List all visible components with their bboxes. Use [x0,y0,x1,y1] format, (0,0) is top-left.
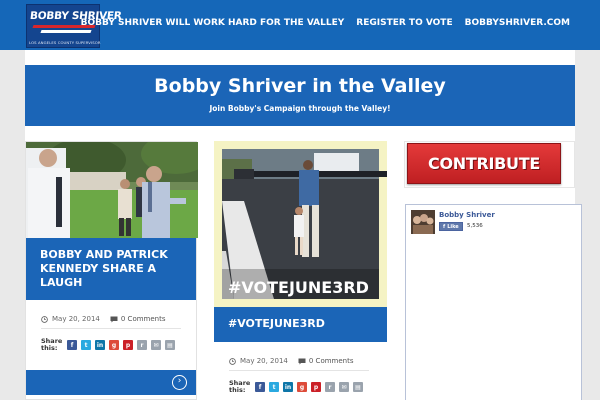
nav-link-bobbyshriver-com[interactable]: BOBBYSHRIVER.COM [465,18,570,28]
divider [229,370,369,371]
like-label: Like [447,223,459,230]
share-icons: f t in g p r ✉ ▤ [255,382,363,392]
page-content: Bobby Shriver in the Valley Join Bobby's… [25,50,582,400]
facebook-like-box: Bobby Shriver f Like 5,536 [405,204,582,400]
post-title-box: BOBBY AND PATRICK KENNEDY SHARE A LAUGH [26,238,196,300]
email-icon[interactable]: ✉ [339,382,349,392]
email-icon[interactable]: ✉ [151,340,161,350]
contribute-button[interactable]: CONTRIBUTE [407,143,561,184]
nav-link-work-hard[interactable]: BOBBY SHRIVER WILL WORK HARD FOR THE VAL… [81,18,345,28]
post-date: May 20, 2014 [52,315,100,323]
like-count: 5,536 [467,223,483,229]
post-title-link[interactable]: #VOTEJUNE3RD [228,317,375,331]
facebook-like-button[interactable]: f Like [439,222,463,231]
logo-stripe-white [40,30,92,33]
share-label: Share this: [41,337,63,352]
share-icons: f t in g p r ✉ ▤ [67,340,175,350]
site-header: BOBBY SHRIVER LOS ANGELES COUNTY SUPERVI… [0,0,600,50]
hero-banner: Bobby Shriver in the Valley Join Bobby's… [25,65,575,126]
post-footer-bar: › [26,370,196,395]
print-icon[interactable]: ▤ [353,382,363,392]
print-icon[interactable]: ▤ [165,340,175,350]
google-plus-icon[interactable]: g [297,382,307,392]
share-bar: Share this: f t in g p r ✉ ▤ [41,338,175,352]
pinterest-icon[interactable]: p [311,382,321,392]
nav-link-register-to-vote[interactable]: REGISTER TO VOTE [356,18,452,28]
post-meta: May 20, 2014 0 Comments [41,315,166,323]
comment-icon [298,358,306,365]
post-date: May 20, 2014 [240,357,288,365]
post-title-link[interactable]: BOBBY AND PATRICK KENNEDY SHARE A LAUGH [40,248,186,290]
post-card-kennedy: BOBBY AND PATRICK KENNEDY SHARE A LAUGH … [25,141,198,400]
linkedin-icon[interactable]: in [283,382,293,392]
facebook-icon[interactable]: f [67,340,77,350]
share-bar: Share this: f t in g p r ✉ ▤ [229,380,363,394]
reddit-icon[interactable]: r [325,382,335,392]
twitter-icon[interactable]: t [269,382,279,392]
comments-link[interactable]: 0 Comments [121,315,166,323]
post-image-crosswalk[interactable]: #VOTEJUNE3RD [214,141,404,312]
post-meta: May 20, 2014 0 Comments [229,357,354,365]
facebook-page-name[interactable]: Bobby Shriver [439,211,495,219]
post-title-box: #VOTEJUNE3RD [214,307,387,342]
contribute-widget: CONTRIBUTE [404,141,575,188]
google-plus-icon[interactable]: g [109,340,119,350]
read-more-arrow-icon[interactable]: › [172,375,187,390]
divider [41,328,181,329]
comments-link[interactable]: 0 Comments [309,357,354,365]
pinterest-icon[interactable]: p [123,340,133,350]
linkedin-icon[interactable]: in [95,340,105,350]
facebook-icon[interactable]: f [255,382,265,392]
post-image-outdoor-group[interactable] [26,142,198,238]
share-label: Share this: [229,379,251,394]
hero-title: Bobby Shriver in the Valley [154,75,446,97]
comment-icon [110,316,118,323]
facebook-page-avatar[interactable] [411,210,435,234]
hero-subtitle: Join Bobby's Campaign through the Valley… [209,104,391,113]
clock-icon [229,357,236,365]
clock-icon [41,315,48,323]
post-card-votejune3rd: #VOTEJUNE3RD #VOTEJUNE3RD May 20, 2014 0… [214,141,404,400]
logo-subtitle: LOS ANGELES COUNTY SUPERVISOR [29,40,101,45]
twitter-icon[interactable]: t [81,340,91,350]
reddit-icon[interactable]: r [137,340,147,350]
image-caption: #VOTEJUNE3RD [228,278,369,297]
thumbs-up-icon: f [443,223,446,230]
main-nav: BOBBY SHRIVER WILL WORK HARD FOR THE VAL… [81,18,570,28]
